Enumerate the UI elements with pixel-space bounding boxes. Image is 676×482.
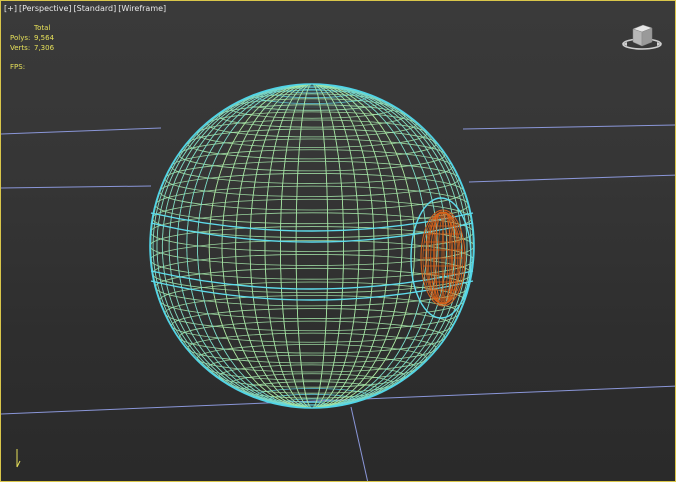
grid-line [462, 124, 675, 130]
axis-tripod-icon [16, 449, 21, 468]
longitude-line [156, 84, 468, 408]
longitude-line [235, 84, 389, 408]
longitude-line [264, 84, 360, 408]
latitude-line [178, 138, 446, 172]
latitude-line [218, 364, 406, 388]
grid-line [468, 174, 675, 183]
longitude-line [249, 84, 375, 408]
stats-polys-value: 9,564 [34, 34, 55, 42]
longitude-line [176, 84, 448, 408]
longitude-line [235, 84, 389, 408]
latitude-line [164, 160, 460, 197]
longitude-line [208, 84, 416, 408]
button-cavity [410, 197, 472, 319]
stats-total-header: Total [34, 24, 51, 32]
stats-verts-row: Verts: 7,306 [10, 43, 54, 53]
stats-polys-row: Polys: 9,564 [10, 33, 54, 43]
longitude-line [156, 84, 468, 408]
longitude-line [176, 84, 448, 408]
stats-verts-value: 7,306 [34, 44, 55, 52]
viewcube-icon[interactable] [621, 19, 663, 53]
grid-line [1, 385, 675, 415]
grid-line [1, 185, 152, 189]
longitude-line [221, 84, 403, 408]
longitude-line [161, 84, 463, 408]
longitude-line [221, 84, 403, 408]
longitude-line [295, 84, 329, 408]
longitude-line [279, 84, 345, 408]
viewport-display-mode-menu[interactable]: [Wireframe] [118, 4, 166, 13]
grid-line [350, 406, 369, 481]
latitude-line [207, 111, 417, 138]
stats-fps-label: FPS: [10, 63, 26, 71]
longitude-line [186, 84, 438, 408]
longitude-line [161, 84, 463, 408]
latitude-line [197, 119, 427, 148]
grid-line [1, 127, 162, 135]
latitude-line [197, 344, 427, 373]
stats-polys-label: Polys: [10, 34, 31, 42]
latitude-line [207, 354, 417, 381]
latitude-line [218, 104, 406, 128]
longitude-line [208, 84, 416, 408]
perspective-viewport[interactable]: [+] [Perspective] [Standard] [Wireframe]… [0, 0, 676, 482]
longitude-line [249, 84, 375, 408]
viewport-plus-menu[interactable]: [+] [4, 4, 17, 13]
viewport-view-menu[interactable]: [Perspective] [19, 4, 72, 13]
latitude-line [187, 128, 437, 160]
latitude-line [164, 295, 460, 332]
statistics-overlay: Total Polys: 9,564 Verts: 7,306 FPS: [10, 23, 54, 72]
viewport-label[interactable]: [+] [Perspective] [Standard] [Wireframe] [4, 4, 166, 13]
latitude-line [159, 173, 465, 211]
wireframe-scene[interactable] [1, 1, 676, 482]
ground-grid [1, 124, 675, 481]
latitude-line [178, 320, 446, 354]
latitude-line [171, 149, 453, 184]
sphere-mesh[interactable] [150, 84, 474, 408]
latitude-line [187, 332, 437, 364]
stats-verts-label: Verts: [10, 44, 31, 52]
viewport-shading-menu[interactable]: [Standard] [74, 4, 117, 13]
longitude-line [186, 84, 438, 408]
latitude-line [171, 308, 453, 343]
longitude-line [279, 84, 345, 408]
longitude-line [264, 84, 360, 408]
